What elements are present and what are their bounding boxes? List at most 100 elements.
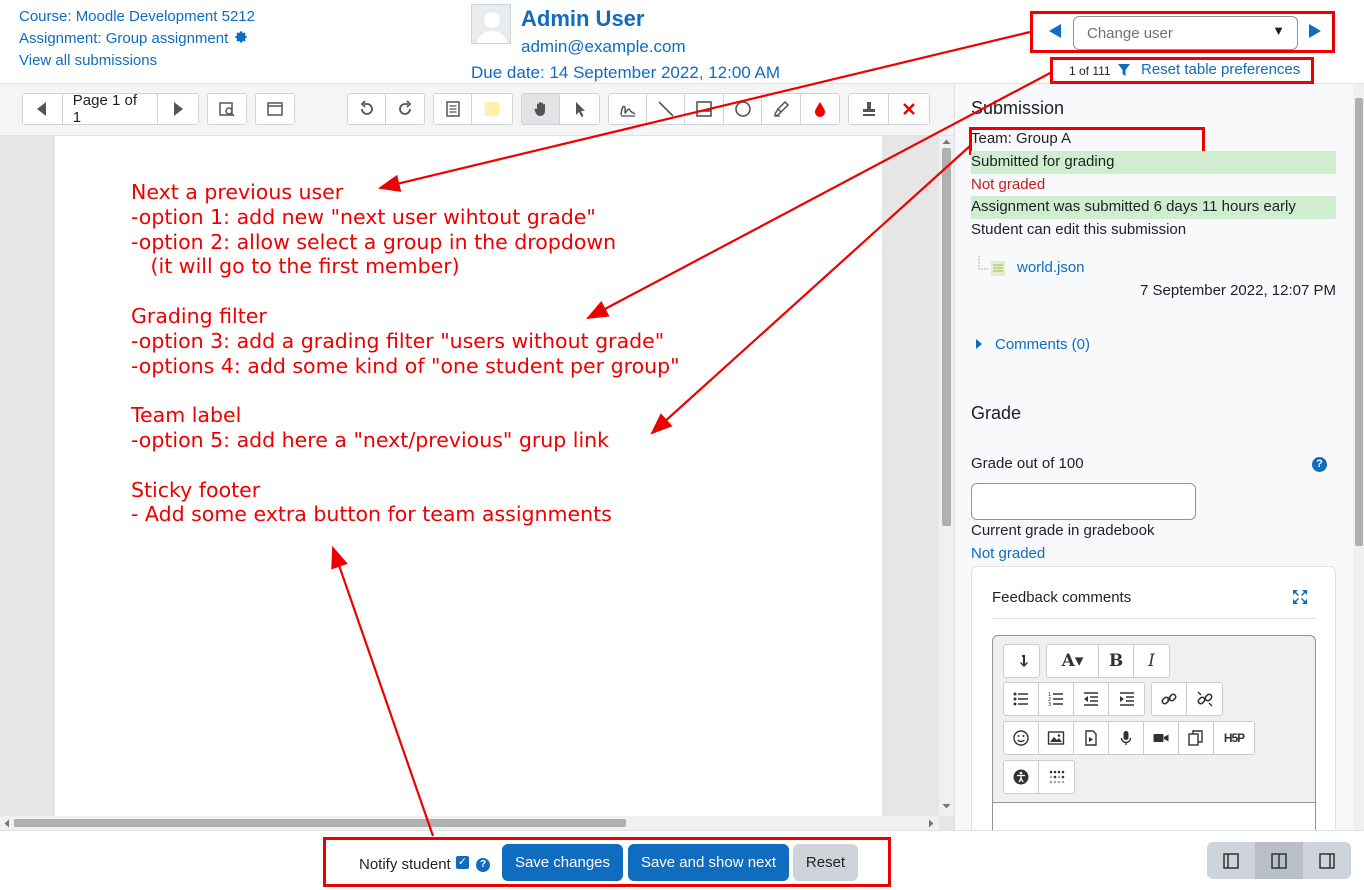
gear-icon[interactable] — [234, 30, 248, 44]
page-label: Page 1 of 1 — [72, 92, 137, 126]
oval-tool-button[interactable] — [724, 94, 762, 124]
comment-tool-button[interactable] — [434, 94, 472, 124]
grading-status: Not graded — [971, 176, 1046, 193]
svg-text:3: 3 — [1048, 702, 1051, 708]
scroll-up-icon[interactable] — [942, 138, 951, 146]
document-viewer[interactable]: Next a previous user -option 1: add new … — [0, 136, 954, 830]
image-icon — [1047, 731, 1065, 745]
assignment-link[interactable]: Assignment: Group assignment — [19, 30, 228, 47]
expand-icon[interactable] — [1292, 589, 1308, 605]
rotate-left-button[interactable] — [348, 94, 386, 124]
previous-page-button[interactable] — [23, 94, 63, 124]
scroll-down-icon[interactable] — [942, 802, 951, 810]
save-and-show-next-button[interactable]: Save and show next — [628, 844, 789, 881]
collapse-review-panel-button[interactable] — [1207, 842, 1255, 879]
vertical-scrollbar[interactable] — [939, 136, 954, 816]
panel-scroll-thumb[interactable] — [1355, 98, 1363, 546]
bold-button[interactable]: B — [1099, 645, 1134, 677]
media-button[interactable] — [1074, 722, 1109, 754]
vertical-scroll-thumb[interactable] — [942, 148, 951, 526]
notify-student-checkbox[interactable]: ✓ — [456, 856, 469, 869]
view-all-submissions-link[interactable]: View all submissions — [19, 52, 157, 69]
indent-icon — [1119, 692, 1134, 706]
horizontal-scrollbar[interactable] — [0, 816, 939, 830]
comments-toggle[interactable]: Comments (0) — [975, 336, 1090, 353]
numbered-list-button[interactable]: 123 — [1039, 683, 1074, 715]
stamp-tool-button[interactable] — [849, 94, 889, 124]
font-style-button[interactable]: A▾ — [1047, 645, 1099, 677]
accessibility-checker-button[interactable] — [1004, 761, 1039, 793]
outdent-button[interactable] — [1074, 683, 1109, 715]
link-button[interactable] — [1152, 683, 1187, 715]
grade-input[interactable] — [971, 483, 1196, 520]
bullet-list-button[interactable] — [1004, 683, 1039, 715]
bold-icon: B — [1108, 651, 1124, 671]
save-changes-button[interactable]: Save changes — [502, 844, 623, 881]
horizontal-scroll-thumb[interactable] — [14, 819, 626, 827]
page-select[interactable]: Page 1 of 1 — [62, 92, 159, 126]
change-user-select[interactable]: Change user ▼ — [1073, 16, 1298, 50]
help-icon[interactable]: ? — [476, 858, 490, 872]
previous-user-icon[interactable] — [1045, 21, 1065, 41]
record-video-button[interactable] — [1144, 722, 1179, 754]
user-name[interactable]: Admin User — [521, 6, 644, 32]
rotate-right-button[interactable] — [386, 94, 424, 124]
bullet-list-icon — [1013, 692, 1028, 706]
search-comments-button[interactable] — [208, 94, 246, 124]
gradebook-value-link[interactable]: Not graded — [971, 545, 1045, 562]
microphone-icon — [1120, 731, 1132, 745]
document-page[interactable]: Next a previous user -option 1: add new … — [55, 136, 882, 816]
italic-button[interactable]: I — [1134, 645, 1169, 677]
course-link[interactable]: Course: Moodle Development 5212 — [19, 8, 255, 25]
sticky-footer: Notify student ✓ ? Save changes Save and… — [0, 830, 1364, 890]
search-comments-group — [207, 93, 247, 125]
h5p-button[interactable]: H5P — [1214, 722, 1254, 754]
avatar — [471, 4, 511, 44]
indent-button[interactable] — [1109, 683, 1144, 715]
file-tree-icon — [978, 256, 1005, 276]
collapse-comments-button[interactable] — [256, 94, 294, 124]
record-audio-button[interactable] — [1109, 722, 1144, 754]
rectangle-tool-button[interactable] — [685, 94, 724, 124]
next-user-icon[interactable] — [1305, 21, 1325, 41]
due-date: Due date: 14 September 2022, 12:00 AM — [471, 63, 781, 82]
annotation-color-button[interactable] — [801, 94, 839, 124]
pan-tool-button[interactable] — [522, 94, 560, 124]
annotation-toolbar: Page 1 of 1 — [0, 84, 954, 136]
next-page-button[interactable] — [158, 94, 198, 124]
user-navigation: Change user ▼ — [1030, 11, 1335, 53]
grader-header: Course: Moodle Development 5212 Assignme… — [0, 0, 1364, 84]
close-icon — [903, 103, 915, 115]
help-icon[interactable]: ? — [1312, 457, 1327, 472]
default-layout-button[interactable] — [1255, 842, 1303, 879]
delete-annotation-button[interactable] — [889, 94, 929, 124]
rectangle-icon — [696, 101, 712, 117]
collapse-grade-panel-button[interactable] — [1303, 842, 1351, 879]
unlink-button[interactable] — [1187, 683, 1222, 715]
copy-files-icon — [1188, 730, 1203, 746]
comment-color-button[interactable] — [472, 94, 512, 124]
screenreader-helper-button[interactable] — [1039, 761, 1074, 793]
panel-scrollbar[interactable] — [1353, 84, 1364, 830]
submission-heading: Submission — [971, 98, 1065, 118]
italic-icon: I — [1148, 651, 1155, 671]
select-tool-button[interactable] — [560, 94, 599, 124]
reset-button[interactable]: Reset — [793, 844, 858, 881]
file-link[interactable]: world.json — [1017, 259, 1085, 276]
outdent-icon — [1084, 692, 1098, 706]
line-icon — [657, 101, 674, 117]
scroll-right-icon[interactable] — [927, 819, 935, 828]
manage-files-button[interactable] — [1179, 722, 1214, 754]
filter-icon[interactable] — [1117, 63, 1131, 77]
line-tool-button[interactable] — [647, 94, 685, 124]
emoji-icon — [1013, 730, 1029, 746]
reset-table-preferences-link[interactable]: Reset table preferences — [1141, 61, 1300, 78]
highlight-tool-button[interactable] — [762, 94, 801, 124]
editor-content-area[interactable] — [993, 802, 1315, 830]
emoji-button[interactable] — [1004, 722, 1039, 754]
expand-group — [255, 93, 295, 125]
pen-tool-button[interactable] — [609, 94, 647, 124]
image-button[interactable] — [1039, 722, 1074, 754]
toolbar-toggle-button[interactable] — [1004, 645, 1039, 677]
scroll-left-icon[interactable] — [3, 819, 11, 828]
